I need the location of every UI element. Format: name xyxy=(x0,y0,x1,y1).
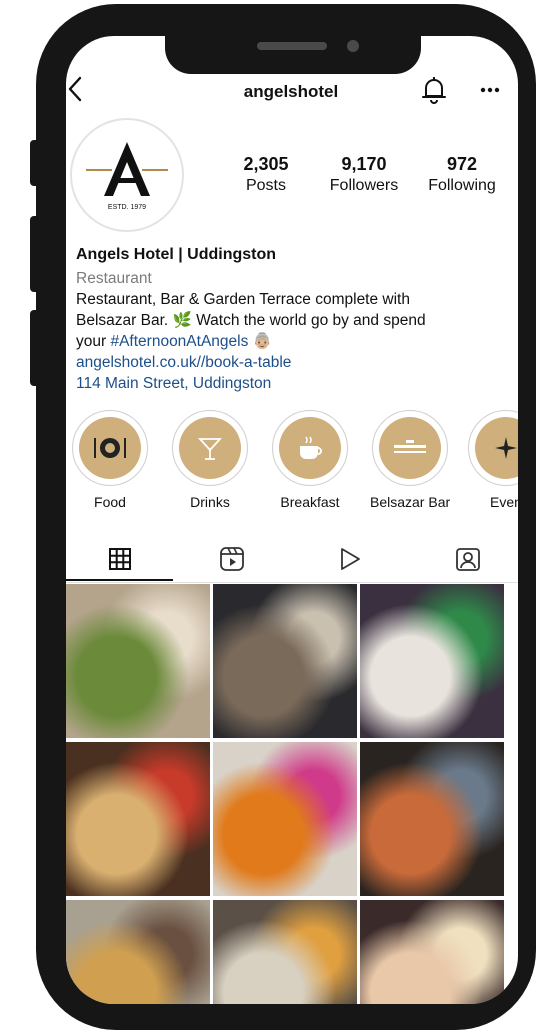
highlight-events[interactable]: Even xyxy=(466,410,518,510)
bio-emoji: 👵🏼 xyxy=(252,333,272,350)
phone-screen: angelshotel ESTD. 1979 2,305 Posts 9,170… xyxy=(66,36,518,1004)
phone-volume-up-button xyxy=(30,216,40,292)
highlight-belsazar-bar[interactable]: Belsazar Bar xyxy=(370,410,450,510)
bio-line-1: Restaurant, Bar & Garden Terrace complet… xyxy=(76,291,410,308)
profile-tabs xyxy=(66,538,518,583)
stat-following[interactable]: 972 Following xyxy=(422,154,502,195)
post-thumbnail[interactable] xyxy=(213,742,357,896)
reels-icon[interactable] xyxy=(212,544,252,574)
highlight-events-label: Even xyxy=(490,494,518,510)
post-thumbnail[interactable] xyxy=(360,900,504,1004)
stat-following-label: Following xyxy=(428,177,496,194)
highlight-drinks-label: Drinks xyxy=(190,494,230,510)
back-arrow-icon[interactable] xyxy=(68,76,82,106)
sparkle-icon xyxy=(495,437,517,459)
stat-followers-value: 9,170 xyxy=(341,154,387,174)
cocktail-icon xyxy=(197,438,223,460)
post-thumbnail[interactable] xyxy=(213,584,357,738)
tagged-icon[interactable] xyxy=(448,544,488,574)
bio-line-3-prefix: your xyxy=(76,333,111,350)
post-thumbnail[interactable] xyxy=(360,742,504,896)
stat-posts-value: 2,305 xyxy=(243,154,289,174)
highlight-food-label: Food xyxy=(94,494,126,510)
stat-followers[interactable]: 9,170 Followers xyxy=(322,154,406,195)
profile-category: Restaurant xyxy=(76,270,152,287)
stat-following-value: 972 xyxy=(446,154,478,174)
front-camera xyxy=(347,40,359,52)
stat-followers-label: Followers xyxy=(329,177,399,194)
highlight-breakfast-label: Breakfast xyxy=(280,494,340,510)
bell-icon[interactable] xyxy=(422,76,446,109)
post-thumbnail[interactable] xyxy=(66,742,210,896)
profile-avatar[interactable]: ESTD. 1979 xyxy=(70,118,184,232)
more-options-icon[interactable] xyxy=(480,76,500,99)
phone-volume-down-button xyxy=(30,310,40,386)
post-thumbnail[interactable] xyxy=(213,900,357,1004)
active-tab-indicator xyxy=(66,579,173,581)
stat-posts-label: Posts xyxy=(245,177,286,194)
bar-icon xyxy=(394,440,426,453)
plate-icon xyxy=(94,438,126,458)
bio-line-2: Belsazar Bar. 🌿 Watch the world go by an… xyxy=(76,312,426,329)
profile-name: Angels Hotel | Uddingston xyxy=(76,246,277,263)
logo-establish-text: ESTD. 1979 xyxy=(107,204,147,211)
profile-bio: Angels Hotel | Uddingston Restaurant Res… xyxy=(76,244,516,394)
bio-line-3: your #AfternoonAtAngels 👵🏼 xyxy=(76,331,516,352)
play-icon[interactable] xyxy=(330,544,370,574)
highlight-drinks[interactable]: Drinks xyxy=(170,410,250,510)
profile-link[interactable]: angelshotel.co.uk//book-a-table xyxy=(76,352,516,373)
stat-posts[interactable]: 2,305 Posts xyxy=(226,154,306,195)
phone-notch xyxy=(165,28,421,74)
grid-icon[interactable] xyxy=(100,544,140,574)
post-thumbnail[interactable] xyxy=(360,584,504,738)
post-thumbnail[interactable] xyxy=(66,900,210,1004)
highlight-breakfast[interactable]: Breakfast xyxy=(270,410,350,510)
speaker-grille xyxy=(257,42,327,50)
bio-hashtag[interactable]: #AfternoonAtAngels xyxy=(110,333,248,350)
profile-username: angelshotel xyxy=(243,82,339,101)
phone-side-button xyxy=(30,140,40,186)
highlight-belsazar-bar-label: Belsazar Bar xyxy=(370,494,451,510)
profile-address[interactable]: 114 Main Street, Uddingston xyxy=(76,373,516,394)
post-thumbnail[interactable] xyxy=(66,584,210,738)
highlight-food[interactable]: Food xyxy=(70,410,150,510)
angels-logo xyxy=(86,142,168,196)
coffee-cup-icon xyxy=(300,436,322,459)
